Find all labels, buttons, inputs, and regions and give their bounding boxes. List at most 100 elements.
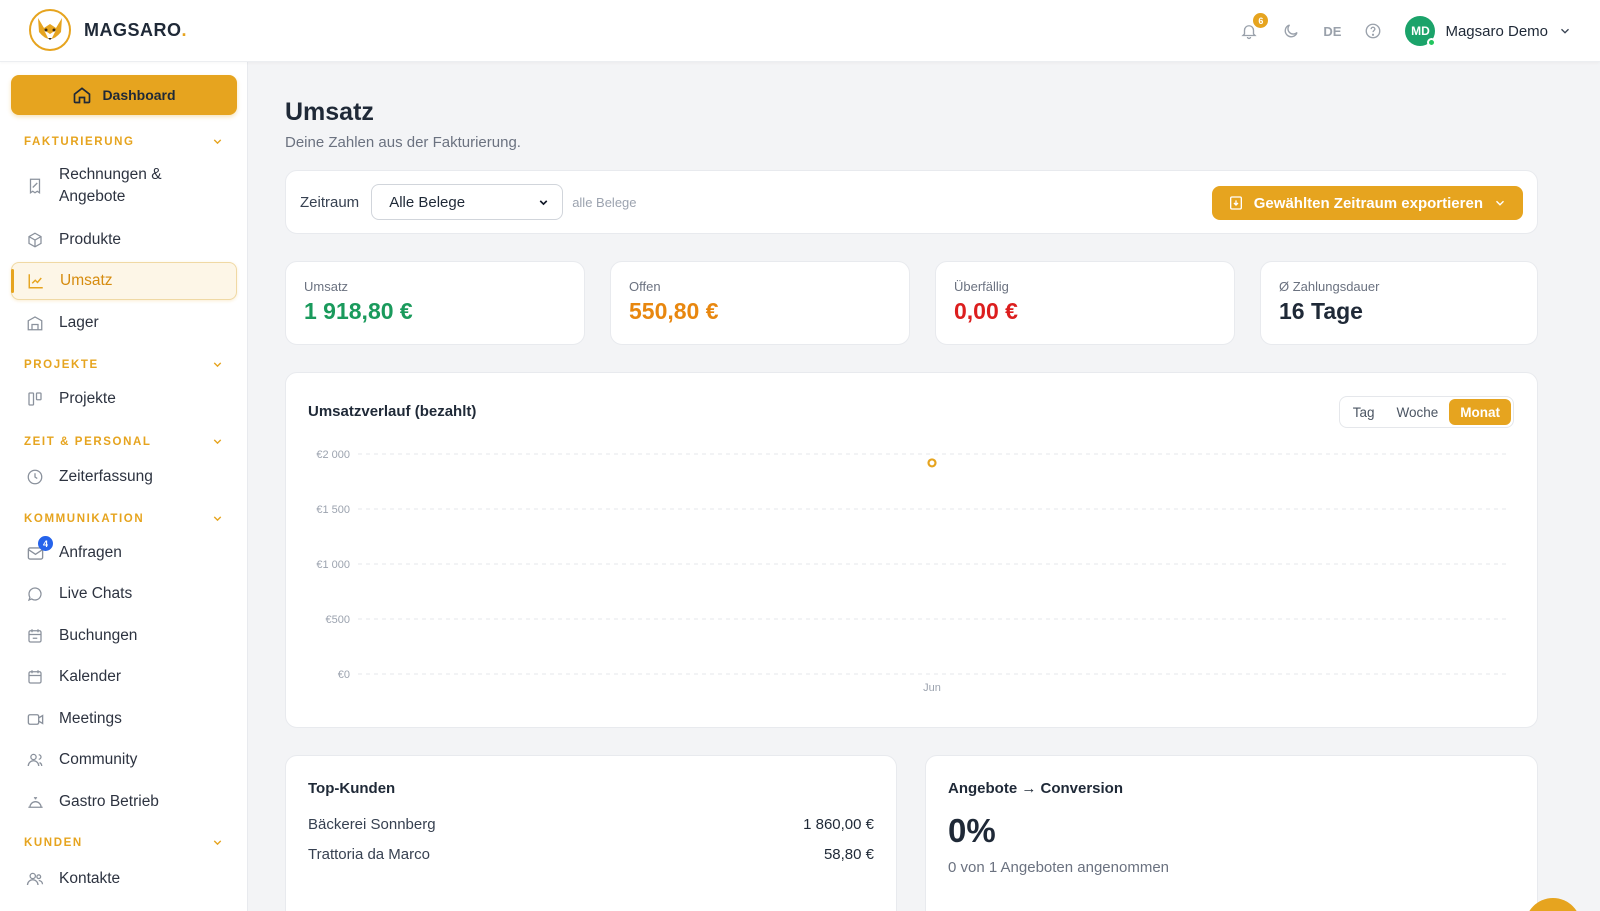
export-button[interactable]: Gewählten Zeitraum exportieren <box>1211 186 1523 220</box>
sidebar-item-meetings[interactable]: Meetings <box>11 700 237 738</box>
download-file-icon <box>1229 196 1242 210</box>
anfragen-badge: 4 <box>38 536 53 551</box>
warehouse-icon <box>25 313 45 333</box>
mail-icon: 4 <box>25 536 53 563</box>
section-label: KUNDEN <box>24 836 83 849</box>
filter-label: Zeitraum <box>300 193 360 211</box>
chevron-down-icon <box>213 139 222 145</box>
kpi-label: Überfällig <box>954 279 1009 294</box>
sidebar-item-label: Kontakte <box>59 870 121 887</box>
sidebar-item-label: Meetings <box>59 710 122 727</box>
kpi-label: Offen <box>629 279 661 294</box>
dashboard-label: Dashboard <box>102 87 176 103</box>
moon-icon[interactable] <box>1281 21 1301 41</box>
sidebar-item-lager[interactable]: Lager <box>11 304 237 342</box>
section-fakturierung[interactable]: FAKTURIERUNG <box>24 135 224 148</box>
section-label: PROJEKTE <box>24 358 99 371</box>
section-kommunikation[interactable]: KOMMUNIKATION <box>24 512 224 525</box>
sidebar-item-label: Umsatz <box>60 272 113 289</box>
y-tick-label: €1 500 <box>316 504 350 516</box>
chevron-down-icon <box>213 439 222 445</box>
sidebar-item-projekte[interactable]: Projekte <box>11 380 237 418</box>
bell-icon[interactable]: 6 <box>1239 13 1269 41</box>
period-select-value: Alle Belege <box>389 193 466 211</box>
y-tick-label: €500 <box>326 614 350 626</box>
section-projekte[interactable]: PROJEKTE <box>24 358 224 371</box>
sidebar-item-label: Gastro Betrieb <box>59 793 159 810</box>
sidebar-item-live-chats[interactable]: Live Chats <box>11 575 237 613</box>
kpi-label: Ø Zahlungsdauer <box>1279 279 1380 294</box>
section-kunden[interactable]: KUNDEN <box>24 836 224 849</box>
sidebar-item-label: Live Chats <box>59 585 133 602</box>
kpi-value: 550,80 € <box>629 298 719 324</box>
chat-bubble-icon <box>25 584 45 604</box>
conversion-note: 0 von 1 Angeboten angenommen <box>948 859 1170 876</box>
notification-badge: 6 <box>1253 13 1269 28</box>
chevron-down-icon <box>1561 28 1569 34</box>
conversion-title: Angebote → Conversion <box>948 780 1124 797</box>
conversion-value: 0% <box>948 812 996 849</box>
customer-amount: 58,80 € <box>823 846 874 863</box>
page-subtitle: Deine Zahlen aus der Fakturierung. <box>285 134 521 151</box>
top-customers-title: Top-Kunden <box>308 780 396 797</box>
y-tick-label: €2 000 <box>316 449 350 461</box>
brand-name: MAGSARO. <box>84 19 188 40</box>
users-icon <box>25 750 45 770</box>
section-label: KOMMUNIKATION <box>24 512 145 525</box>
sidebar-item-label: Kalender <box>59 668 122 685</box>
calendar-check-icon <box>25 626 45 646</box>
dashboard-button[interactable]: Dashboard <box>11 75 237 115</box>
conversion-card: Angebote → Conversion 0% 0 von 1 Angebot… <box>925 755 1538 911</box>
user-name: Magsaro Demo <box>1445 22 1548 40</box>
sidebar-item-buchungen[interactable]: Buchungen <box>11 617 237 655</box>
page-title: Umsatz <box>285 98 374 126</box>
sidebar-item-rechnungen[interactable]: Rechnungen & Angebote <box>11 162 237 210</box>
revenue-chart: €0 €500 €1 000 €1 500 €2 000 Jun <box>316 449 1506 694</box>
sidebar-item-label: Zeiterfassung <box>59 468 153 485</box>
section-label: ZEIT & PERSONAL <box>24 435 152 448</box>
section-label: FAKTURIERUNG <box>24 135 135 148</box>
sidebar-item-anfragen[interactable]: 4 Anfragen <box>11 534 237 572</box>
language-switch[interactable]: DE <box>1323 24 1341 39</box>
kpi-value: 16 Tage <box>1279 298 1363 324</box>
chevron-down-icon <box>213 840 222 846</box>
kpi-card-umsatz: Umsatz 1 918,80 € <box>285 261 585 345</box>
sidebar-item-label: Rechnungen & Angebote <box>59 166 162 205</box>
sidebar-item-produkte[interactable]: Produkte <box>11 221 237 259</box>
kanban-icon <box>25 389 45 409</box>
clock-icon <box>25 467 45 487</box>
export-label: Gewählten Zeitraum exportieren <box>1253 194 1483 212</box>
sidebar-item-umsatz[interactable]: Umsatz <box>11 262 237 300</box>
filter-bar: Zeitraum Alle Belege alle Belege Gewählt… <box>285 170 1538 234</box>
top-customers-card: Top-Kunden Bäckerei Sonnberg 1 860,00 € … <box>285 755 897 911</box>
sidebar-item-kontakte[interactable]: Kontakte <box>11 860 237 898</box>
sidebar-item-zeiterfassung[interactable]: Zeiterfassung <box>11 458 237 496</box>
table-row: Bäckerei Sonnberg 1 860,00 € <box>308 816 874 833</box>
top-bar: MAGSARO. 6 DE MD Magsaro Demo <box>0 0 1600 62</box>
sidebar-item-community[interactable]: Community <box>11 741 237 779</box>
user-menu[interactable]: MD Magsaro Demo <box>1405 16 1572 47</box>
section-zeit-personal[interactable]: ZEIT & PERSONAL <box>24 435 224 448</box>
line-chart-icon <box>26 271 46 291</box>
chevron-down-icon <box>213 516 222 522</box>
kpi-card-zahlungsdauer: Ø Zahlungsdauer 16 Tage <box>1260 261 1538 345</box>
kpi-card-offen: Offen 550,80 € <box>610 261 910 345</box>
main-content: Umsatz Deine Zahlen aus der Fakturierung… <box>248 62 1600 911</box>
brand[interactable]: MAGSARO. <box>28 8 187 52</box>
sidebar-item-label: Buchungen <box>59 627 138 644</box>
sidebar-item-label: Lager <box>59 314 99 331</box>
kpi-value: 1 918,80 € <box>304 298 413 324</box>
kpi-label: Umsatz <box>304 279 349 294</box>
sidebar: Dashboard FAKTURIERUNG Rechnungen & Ange… <box>0 62 248 911</box>
sidebar-item-kalender[interactable]: Kalender <box>11 658 237 696</box>
kpi-value: 0,00 € <box>954 298 1018 324</box>
period-select[interactable]: Alle Belege <box>371 184 564 220</box>
sidebar-item-label: Community <box>59 751 138 768</box>
data-point[interactable] <box>927 458 937 468</box>
sidebar-item-gastro[interactable]: Gastro Betrieb <box>11 783 237 821</box>
home-icon <box>74 87 91 104</box>
contacts-icon <box>25 869 45 889</box>
y-tick-label: €1 000 <box>316 559 350 571</box>
chevron-down-icon <box>1496 200 1504 206</box>
help-icon[interactable] <box>1363 21 1383 41</box>
